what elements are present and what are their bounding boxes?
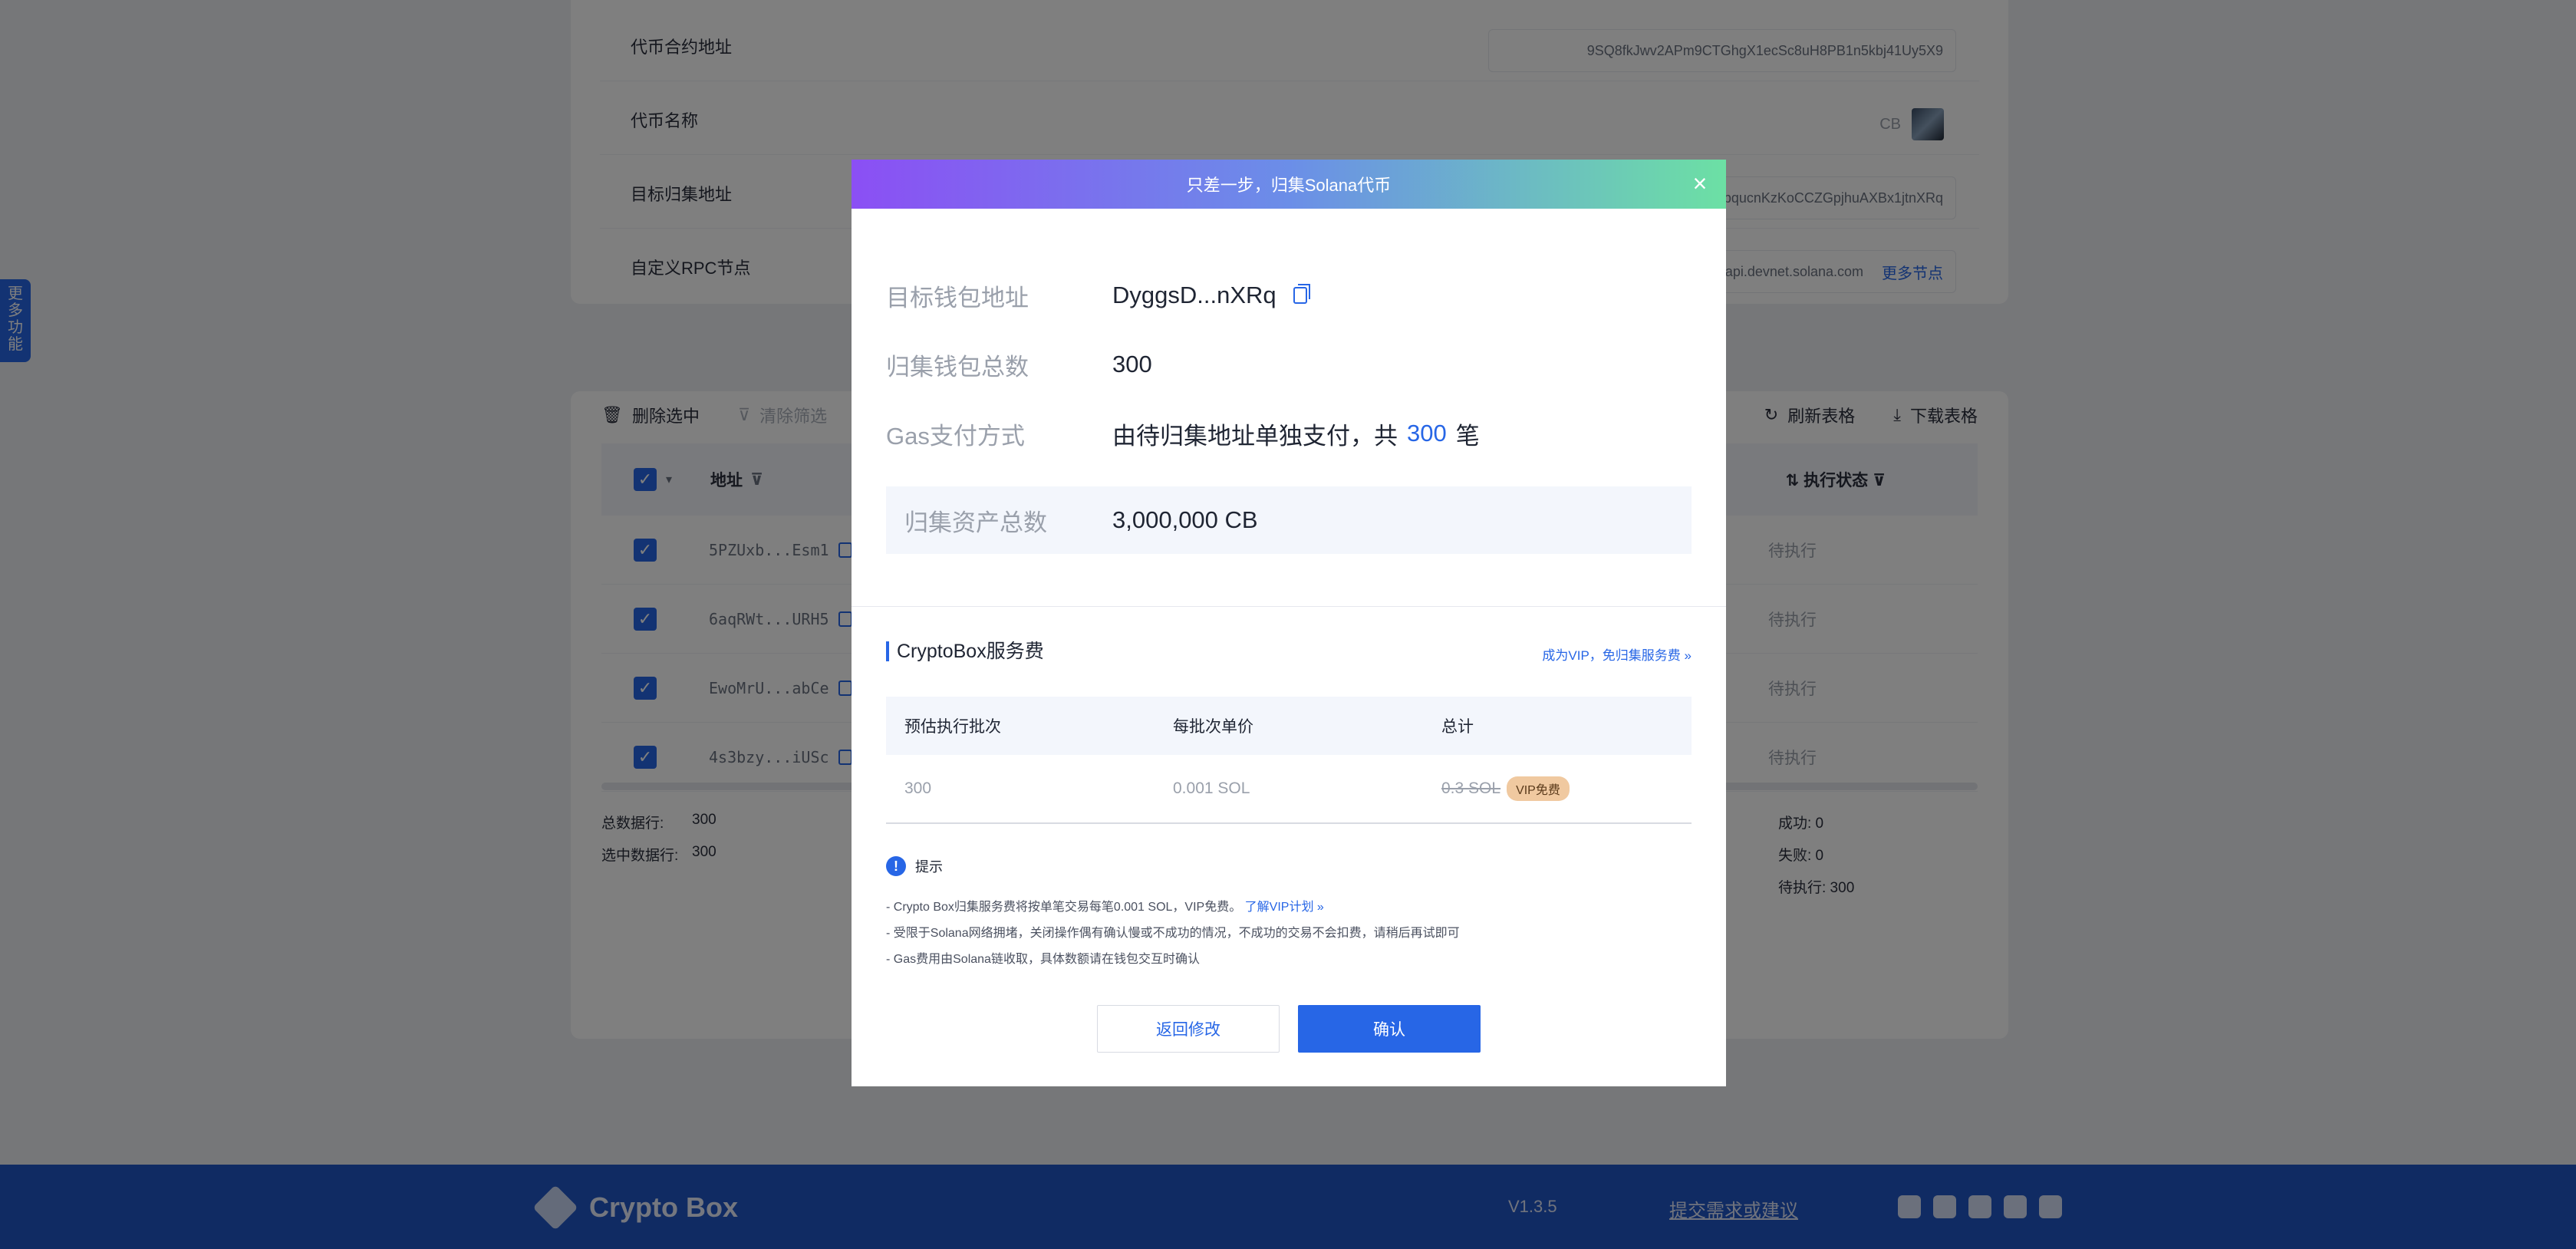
gas-row: Gas支付方式 由待归集地址单独支付，共 300 笔 — [886, 414, 1480, 453]
confirm-collect-modal: 只差一步，归集Solana代币 × 目标钱包地址 DyggsD...nXRq 归… — [852, 160, 1726, 1086]
count-row: 归集钱包总数 300 — [886, 345, 1152, 384]
fee-batches: 300 — [904, 779, 932, 797]
confirm-button[interactable]: 确认 — [1298, 1005, 1481, 1053]
info-icon: ! — [886, 856, 906, 876]
gas-label: Gas支付方式 — [886, 422, 1025, 450]
tip-line-1: - Crypto Box归集服务费将按单笔交易每笔0.001 SOL，VIP免费… — [886, 896, 1324, 915]
section-divider — [852, 606, 1726, 607]
back-edit-button[interactable]: 返回修改 — [1097, 1005, 1280, 1053]
gas-prefix: 由待归集地址单独支付，共 — [1112, 422, 1398, 450]
tip-header: ! 提示 — [886, 856, 952, 876]
become-vip-link[interactable]: 成为VIP，免归集服务费 » — [1542, 644, 1692, 664]
fee-total: 0.3 SOL — [1441, 779, 1501, 797]
wallet-label: 目标钱包地址 — [886, 284, 1029, 311]
fee-table-row: 300 0.001 SOL 0.3 SOL VIP免费 — [886, 755, 1692, 824]
gas-suffix: 笔 — [1455, 422, 1480, 450]
tip-title: 提示 — [915, 859, 943, 875]
vip-plan-link[interactable]: 了解VIP计划 » — [1245, 901, 1324, 914]
modal-header: 只差一步，归集Solana代币 × — [852, 160, 1726, 209]
fee-header-batches: 预估执行批次 — [904, 718, 1001, 736]
total-assets-box: 归集资产总数 3,000,000 CB — [886, 486, 1692, 554]
fee-section-title: CryptoBox服务费 — [886, 641, 1044, 661]
tip-line-3: - Gas费用由Solana链收取，具体数额请在钱包交互时确认 — [886, 953, 1200, 966]
copy-icon[interactable] — [1293, 284, 1310, 304]
wallet-value: DyggsD...nXRq — [1112, 282, 1276, 308]
modal-title: 只差一步，归集Solana代币 — [1186, 176, 1392, 195]
count-value: 300 — [1112, 351, 1152, 377]
fee-unit-price: 0.001 SOL — [1173, 779, 1250, 797]
fee-table-header: 预估执行批次 每批次单价 总计 — [886, 697, 1692, 755]
fee-header-total: 总计 — [1441, 718, 1474, 736]
tip-line-2: - 受限于Solana网络拥堵，关闭操作偶有确认慢或不成功的情况，不成功的交易不… — [886, 927, 1460, 940]
total-label: 归集资产总数 — [904, 509, 1047, 536]
total-value: 3,000,000 CB — [1112, 506, 1258, 533]
fee-header-unit-price: 每批次单价 — [1173, 718, 1253, 736]
close-icon[interactable]: × — [1688, 171, 1712, 196]
tip-text-1: - Crypto Box归集服务费将按单笔交易每笔0.001 SOL，VIP免费… — [886, 901, 1242, 914]
wallet-row: 目标钱包地址 DyggsD...nXRq — [886, 276, 1310, 315]
gas-count: 300 — [1407, 420, 1447, 447]
count-label: 归集钱包总数 — [886, 353, 1029, 381]
vip-free-badge: VIP免费 — [1507, 776, 1570, 801]
